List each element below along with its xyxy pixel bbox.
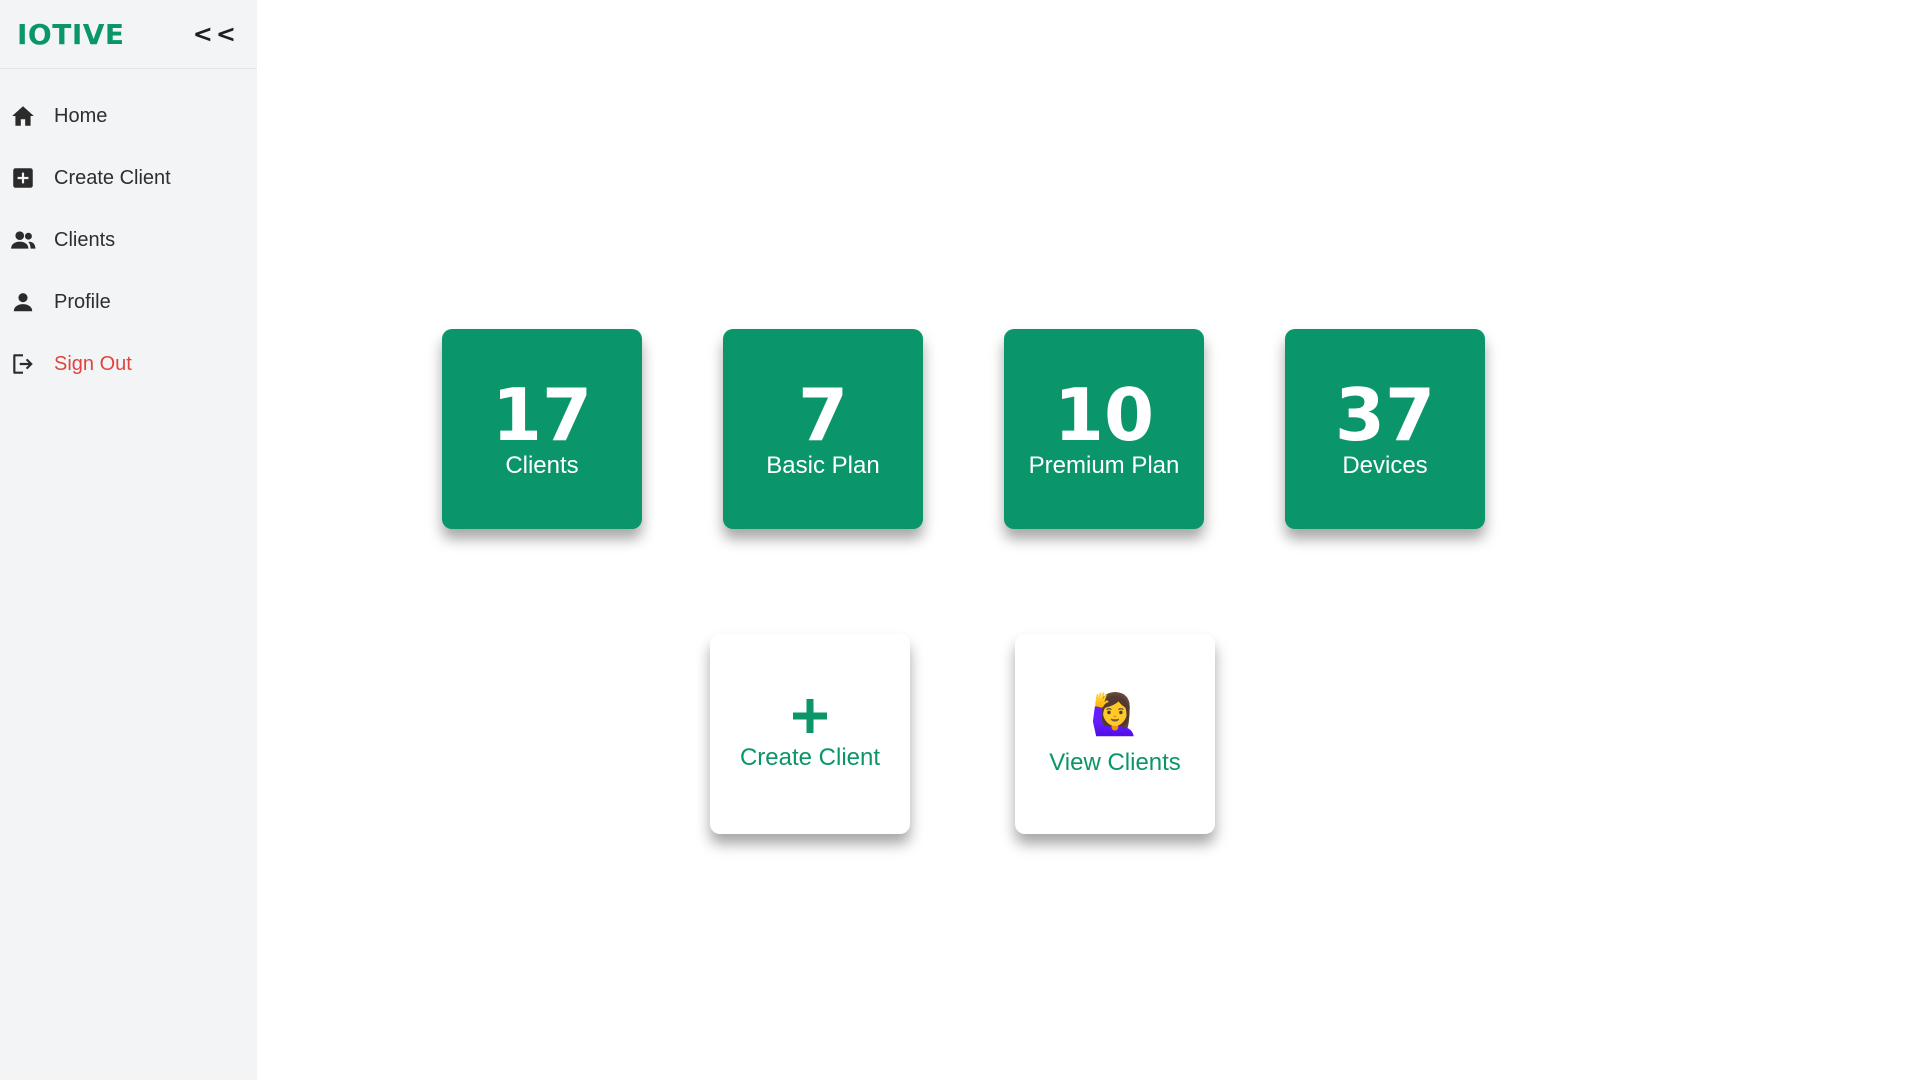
sidebar-item-clients[interactable]: Clients: [0, 209, 257, 271]
people-icon: [10, 227, 36, 253]
stat-card-clients: 17 Clients: [442, 329, 642, 529]
stat-value: 17: [491, 373, 593, 457]
stat-card-premium-plan: 10 Premium Plan: [1004, 329, 1204, 529]
sidebar-nav: Home Create Client Clients Profile Sign …: [0, 69, 257, 395]
stat-value: 7: [797, 373, 849, 457]
sidebar-header: IOTIVE <<: [0, 0, 257, 69]
sidebar-item-label: Clients: [54, 228, 116, 251]
sidebar-item-label: Home: [54, 104, 108, 127]
stat-label: Clients: [505, 452, 579, 479]
person-raising-hand-icon: 🙋‍♀️: [1090, 693, 1140, 737]
create-client-label: Create Client: [739, 744, 881, 771]
create-client-card[interactable]: Create Client: [710, 634, 910, 834]
stat-value: 10: [1053, 373, 1155, 457]
sidebar: IOTIVE << Home Create Client Clients Pro…: [0, 0, 257, 1080]
stat-card-devices: 37 Devices: [1285, 329, 1485, 529]
stat-label: Basic Plan: [766, 452, 880, 479]
stat-label: Premium Plan: [1028, 452, 1180, 479]
view-clients-label: View Clients: [1049, 749, 1181, 776]
sign-out-icon: [10, 351, 36, 377]
brand-logo: IOTIVE: [17, 17, 125, 51]
view-clients-card[interactable]: 🙋‍♀️ View Clients: [1015, 634, 1215, 834]
stat-value: 37: [1334, 373, 1436, 457]
person-icon: [10, 289, 36, 315]
plus-icon: [790, 696, 830, 736]
sidebar-item-profile[interactable]: Profile: [0, 271, 257, 333]
sidebar-item-create-client[interactable]: Create Client: [0, 147, 257, 209]
stat-label: Devices: [1342, 452, 1428, 479]
dashboard-app: IOTIVE << Home Create Client Clients Pro…: [0, 0, 1920, 1080]
sidebar-item-home[interactable]: Home: [0, 85, 257, 147]
sidebar-item-label: Profile: [54, 290, 111, 313]
sidebar-item-label: Sign Out: [54, 352, 132, 375]
stat-card-basic-plan: 7 Basic Plan: [723, 329, 923, 529]
sidebar-item-label: Create Client: [54, 166, 171, 189]
plus-square-icon: [10, 165, 36, 191]
sidebar-item-sign-out[interactable]: Sign Out: [0, 333, 257, 395]
home-icon: [10, 103, 36, 129]
collapse-sidebar-button[interactable]: <<: [193, 20, 239, 48]
